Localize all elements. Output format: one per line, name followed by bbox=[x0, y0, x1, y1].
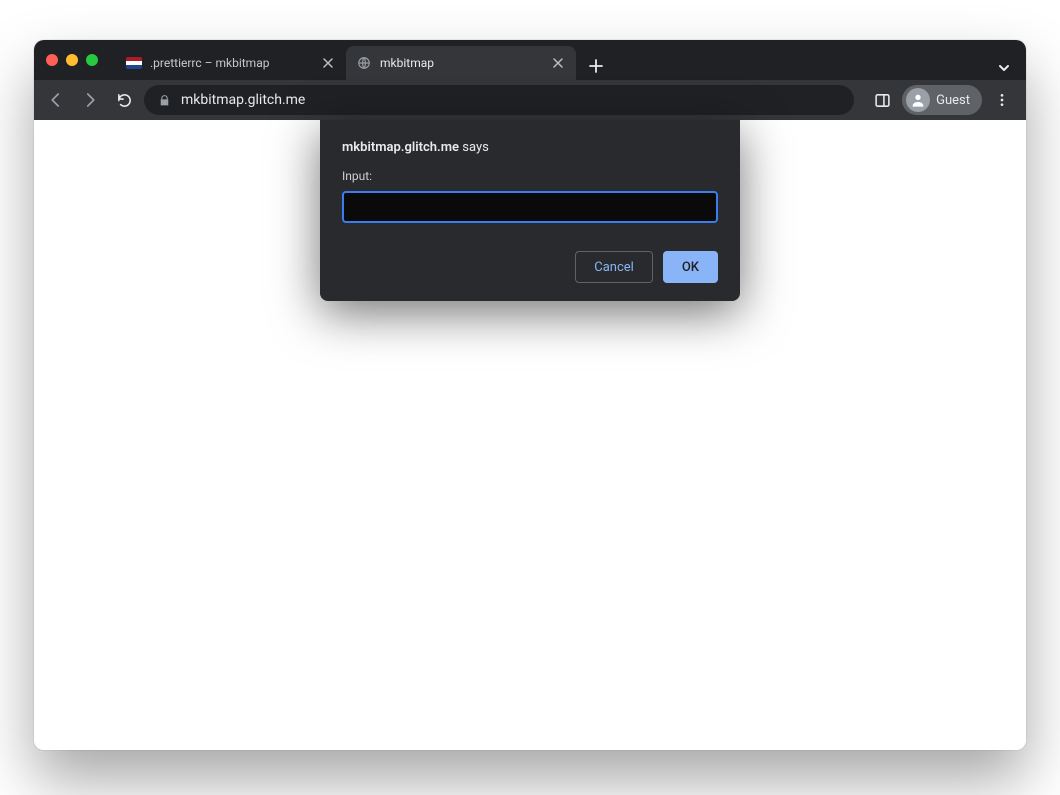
back-button[interactable] bbox=[42, 86, 70, 114]
cancel-button[interactable]: Cancel bbox=[575, 251, 653, 283]
address-url: mkbitmap.glitch.me bbox=[181, 92, 305, 108]
page-content: mkbitmap.glitch.me says Input: Cancel OK bbox=[34, 120, 1026, 750]
window-minimize-button[interactable] bbox=[66, 54, 78, 66]
forward-button[interactable] bbox=[76, 86, 104, 114]
tabs-container: .prettierrc – mkbitmap mkbitmap bbox=[116, 40, 1026, 80]
address-bar[interactable]: mkbitmap.glitch.me bbox=[144, 85, 854, 115]
window-close-button[interactable] bbox=[46, 54, 58, 66]
prompt-label: Input: bbox=[342, 169, 718, 183]
new-tab-button[interactable] bbox=[582, 52, 610, 80]
js-prompt-dialog: mkbitmap.glitch.me says Input: Cancel OK bbox=[320, 120, 740, 301]
browser-chrome: .prettierrc – mkbitmap mkbitmap bbox=[34, 40, 1026, 120]
profile-label: Guest bbox=[936, 93, 970, 108]
toolbar: mkbitmap.glitch.me Guest bbox=[34, 80, 1026, 120]
close-tab-icon[interactable] bbox=[320, 55, 336, 71]
favicon-glitch-icon bbox=[126, 55, 142, 71]
side-panel-button[interactable] bbox=[866, 84, 898, 116]
close-tab-icon[interactable] bbox=[550, 55, 566, 71]
prompt-says: says bbox=[459, 140, 489, 155]
prompt-host: mkbitmap.glitch.me bbox=[342, 140, 459, 155]
tab-strip: .prettierrc – mkbitmap mkbitmap bbox=[34, 40, 1026, 80]
tab-search-button[interactable] bbox=[992, 56, 1016, 80]
reload-button[interactable] bbox=[110, 86, 138, 114]
tab-prettierrc[interactable]: .prettierrc – mkbitmap bbox=[116, 46, 346, 80]
prompt-actions: Cancel OK bbox=[342, 251, 718, 283]
lock-icon bbox=[158, 94, 171, 107]
browser-window: .prettierrc – mkbitmap mkbitmap bbox=[34, 40, 1026, 750]
favicon-globe-icon bbox=[356, 55, 372, 71]
tab-title: .prettierrc – mkbitmap bbox=[150, 56, 320, 70]
window-controls bbox=[46, 54, 98, 66]
prompt-input[interactable] bbox=[342, 191, 718, 223]
profile-chip[interactable]: Guest bbox=[902, 85, 982, 115]
toolbar-right: Guest bbox=[866, 84, 1018, 116]
tab-title: mkbitmap bbox=[380, 56, 550, 70]
tab-mkbitmap[interactable]: mkbitmap bbox=[346, 46, 576, 80]
kebab-menu-button[interactable] bbox=[986, 84, 1018, 116]
prompt-header: mkbitmap.glitch.me says bbox=[342, 140, 718, 155]
ok-button[interactable]: OK bbox=[663, 251, 718, 283]
avatar-icon bbox=[906, 88, 930, 112]
window-maximize-button[interactable] bbox=[86, 54, 98, 66]
